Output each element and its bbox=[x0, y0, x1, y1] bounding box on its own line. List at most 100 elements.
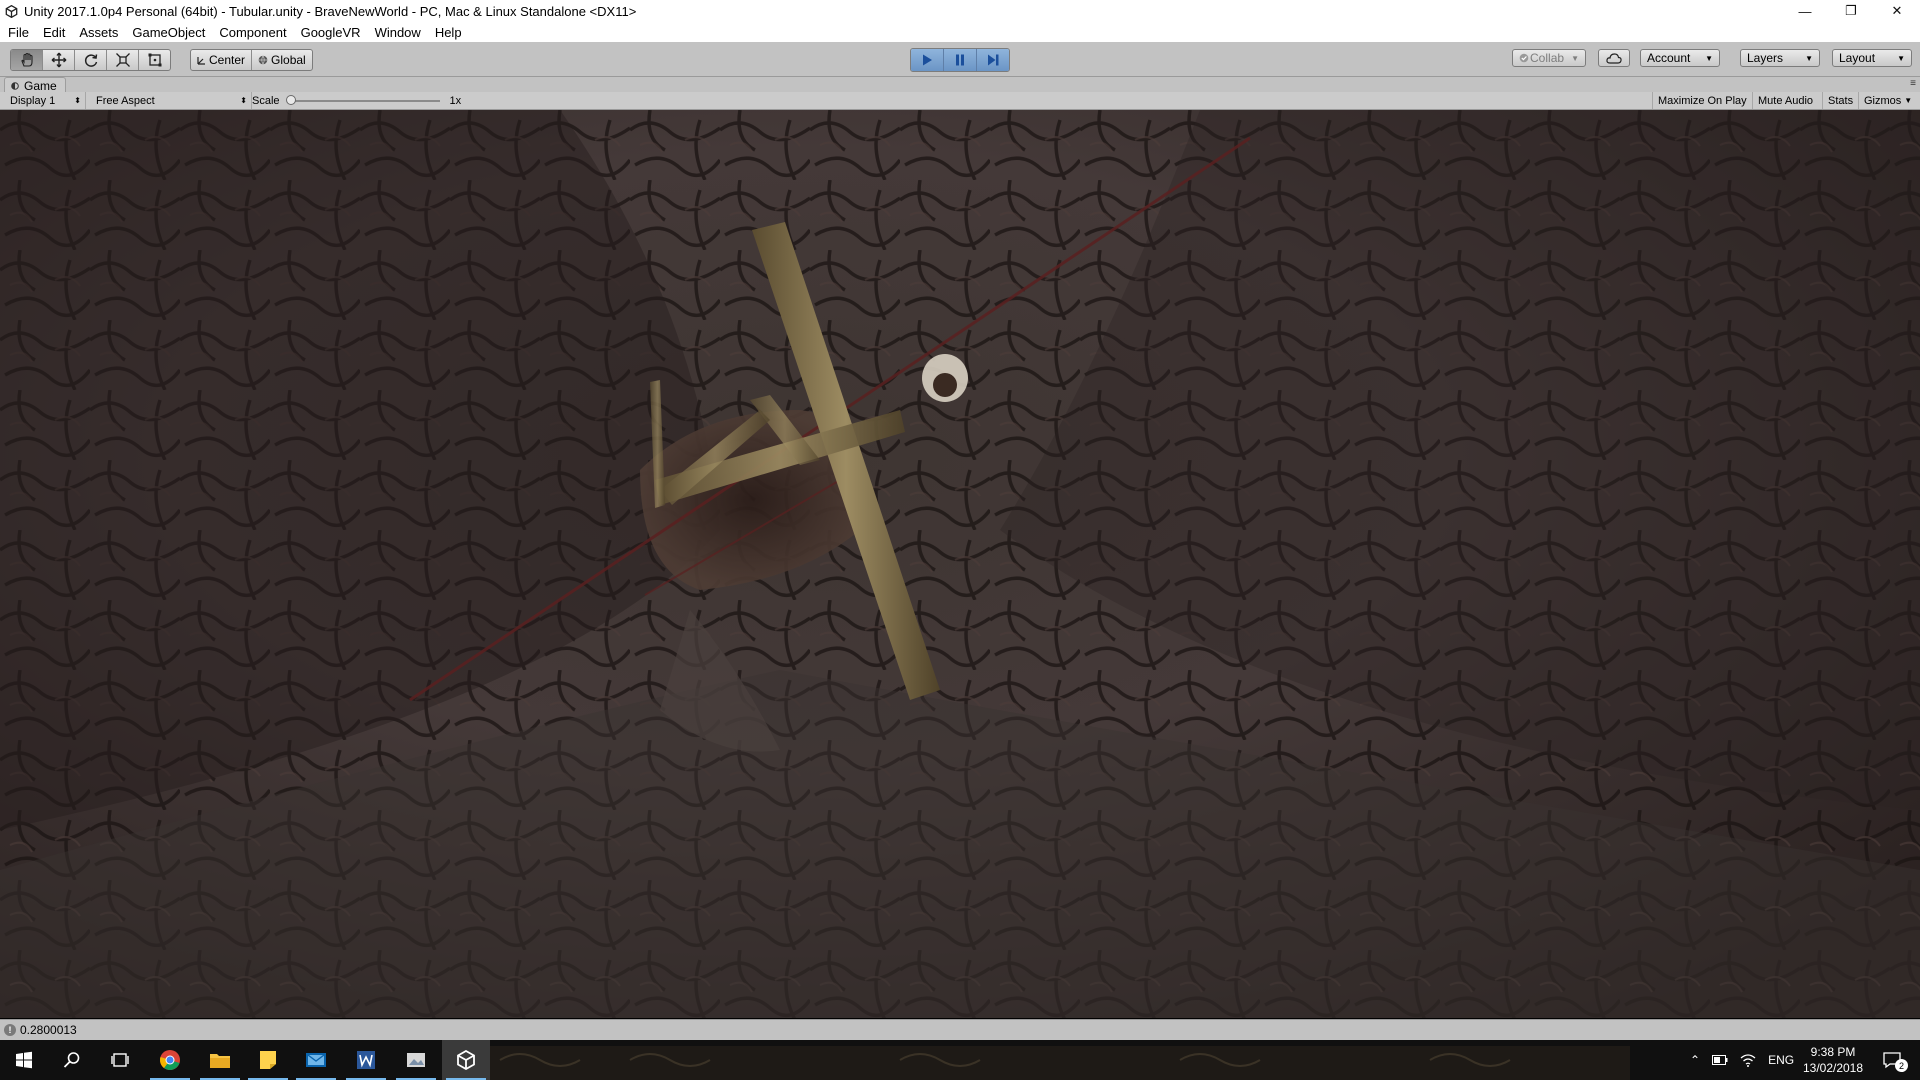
gizmos-label: Gizmos bbox=[1864, 94, 1902, 107]
task-view-button[interactable] bbox=[96, 1040, 144, 1080]
taskbar-chrome[interactable] bbox=[146, 1040, 194, 1080]
mute-audio-toggle[interactable]: Mute Audio bbox=[1752, 92, 1822, 109]
scale-label: Scale bbox=[252, 94, 280, 107]
scale-control: Scale 1x bbox=[252, 92, 461, 109]
taskbar-photos[interactable] bbox=[392, 1040, 440, 1080]
chevron-up-icon[interactable]: ⌃ bbox=[1690, 1053, 1700, 1067]
globe-icon bbox=[258, 55, 268, 65]
status-bar: ! 0.2800013 bbox=[0, 1019, 1920, 1040]
menu-assets[interactable]: Assets bbox=[72, 25, 125, 40]
windows-logo-icon bbox=[16, 1051, 32, 1069]
hand-tool-button[interactable] bbox=[11, 50, 43, 70]
move-tool-button[interactable] bbox=[43, 50, 75, 70]
clock[interactable]: 9:38 PM 13/02/2018 bbox=[1798, 1044, 1868, 1076]
play-icon bbox=[923, 54, 932, 66]
layers-label: Layers bbox=[1747, 51, 1784, 65]
taskbar-word[interactable] bbox=[342, 1040, 390, 1080]
game-controller-icon bbox=[11, 81, 19, 90]
windows-taskbar: ⌃ ENG 9:38 PM 13/02/2018 2 bbox=[0, 1040, 1920, 1080]
chevron-down-icon: ▼ bbox=[1897, 53, 1905, 63]
maximize-on-play-toggle[interactable]: Maximize On Play bbox=[1652, 92, 1752, 109]
pivot-icon bbox=[197, 56, 205, 65]
play-button[interactable] bbox=[911, 49, 944, 71]
display-label: Display 1 bbox=[10, 94, 56, 107]
menu-gameobject[interactable]: GameObject bbox=[125, 25, 212, 40]
game-viewport[interactable] bbox=[0, 110, 1920, 1018]
taskbar-unity[interactable] bbox=[442, 1040, 490, 1080]
account-label: Account bbox=[1647, 51, 1691, 65]
notification-badge: 2 bbox=[1895, 1059, 1908, 1072]
start-button[interactable] bbox=[0, 1040, 48, 1080]
minimize-button[interactable]: — bbox=[1782, 0, 1828, 22]
info-icon: ! bbox=[4, 1024, 16, 1036]
main-toolbar: Center Global Collab ▼ Account ▼ Layers … bbox=[0, 42, 1920, 77]
layout-label: Layout bbox=[1839, 51, 1876, 65]
playback-controls bbox=[910, 48, 1010, 72]
pivot-label: Center bbox=[209, 53, 246, 67]
scale-slider[interactable] bbox=[285, 94, 440, 105]
menu-file[interactable]: File bbox=[0, 25, 36, 40]
rotate-icon bbox=[84, 54, 97, 67]
pause-icon bbox=[956, 54, 964, 66]
rect-tool-button[interactable] bbox=[139, 50, 170, 70]
taskbar-outlook[interactable] bbox=[292, 1040, 340, 1080]
menu-help[interactable]: Help bbox=[428, 25, 469, 40]
display-dropdown[interactable]: Display 1 ⬍ bbox=[6, 92, 86, 109]
wifi-icon[interactable] bbox=[1740, 1053, 1756, 1067]
menu-bar: File Edit Assets GameObject Component Go… bbox=[0, 22, 1920, 42]
rotate-tool-button[interactable] bbox=[75, 50, 107, 70]
scale-value: 1x bbox=[449, 94, 462, 107]
search-icon bbox=[63, 1052, 80, 1068]
tab-game[interactable]: Game bbox=[4, 77, 66, 93]
clock-time: 9:38 PM bbox=[1810, 1045, 1856, 1059]
language-indicator[interactable]: ENG bbox=[1768, 1053, 1794, 1067]
menu-googlevr[interactable]: GoogleVR bbox=[294, 25, 368, 40]
menu-component[interactable]: Component bbox=[212, 25, 293, 40]
tab-options-icon[interactable]: ≡ bbox=[1910, 78, 1916, 89]
taskbar-sticky-notes[interactable] bbox=[244, 1040, 292, 1080]
status-message[interactable]: 0.2800013 bbox=[20, 1023, 77, 1037]
pivot-global-toggle[interactable]: Global bbox=[252, 50, 312, 70]
word-icon bbox=[357, 1051, 375, 1069]
space-label: Global bbox=[271, 53, 306, 67]
task-view-icon bbox=[111, 1053, 129, 1067]
step-icon bbox=[988, 54, 999, 66]
menu-window[interactable]: Window bbox=[368, 25, 428, 40]
collab-label: Collab bbox=[1530, 51, 1565, 65]
cloud-icon bbox=[1606, 52, 1622, 64]
collab-check-icon bbox=[1519, 53, 1529, 63]
title-bar: Unity 2017.1.0p4 Personal (64bit) - Tubu… bbox=[0, 0, 1920, 22]
move-icon bbox=[51, 52, 66, 68]
maximize-button[interactable]: ❐ bbox=[1828, 0, 1874, 22]
chevron-down-icon: ▼ bbox=[1705, 53, 1713, 63]
aspect-dropdown[interactable]: Free Aspect ⬍ bbox=[92, 92, 252, 109]
scale-tool-button[interactable] bbox=[107, 50, 139, 70]
close-button[interactable]: ✕ bbox=[1874, 0, 1920, 22]
layers-dropdown[interactable]: Layers ▼ bbox=[1740, 49, 1820, 67]
chevron-down-icon: ▼ bbox=[1904, 96, 1913, 105]
scale-icon bbox=[115, 53, 130, 67]
scale-slider-thumb[interactable] bbox=[285, 94, 296, 105]
account-dropdown[interactable]: Account ▼ bbox=[1640, 49, 1720, 67]
pivot-toggles: Center Global bbox=[190, 49, 313, 71]
action-center-button[interactable]: 2 bbox=[1868, 1040, 1916, 1080]
window-title: Unity 2017.1.0p4 Personal (64bit) - Tubu… bbox=[24, 3, 637, 19]
taskbar-file-explorer[interactable] bbox=[196, 1040, 244, 1080]
gizmos-dropdown[interactable]: Gizmos ▼ bbox=[1858, 92, 1912, 109]
layout-dropdown[interactable]: Layout ▼ bbox=[1832, 49, 1912, 67]
search-button[interactable] bbox=[48, 1040, 96, 1080]
up-down-caret-icon: ⬍ bbox=[240, 96, 247, 105]
pivot-center-toggle[interactable]: Center bbox=[191, 50, 253, 70]
transform-tools bbox=[10, 49, 171, 71]
unity-logo-icon bbox=[4, 4, 18, 18]
clock-date: 13/02/2018 bbox=[1802, 1061, 1864, 1075]
wallpaper-pattern bbox=[480, 1046, 1630, 1080]
step-button[interactable] bbox=[977, 49, 1009, 71]
tab-game-label: Game bbox=[24, 78, 57, 93]
stats-toggle[interactable]: Stats bbox=[1822, 92, 1858, 109]
battery-icon[interactable] bbox=[1712, 1055, 1728, 1065]
pause-button[interactable] bbox=[944, 49, 977, 71]
menu-edit[interactable]: Edit bbox=[36, 25, 72, 40]
cloud-button[interactable] bbox=[1598, 49, 1630, 67]
collab-dropdown[interactable]: Collab ▼ bbox=[1512, 49, 1586, 67]
